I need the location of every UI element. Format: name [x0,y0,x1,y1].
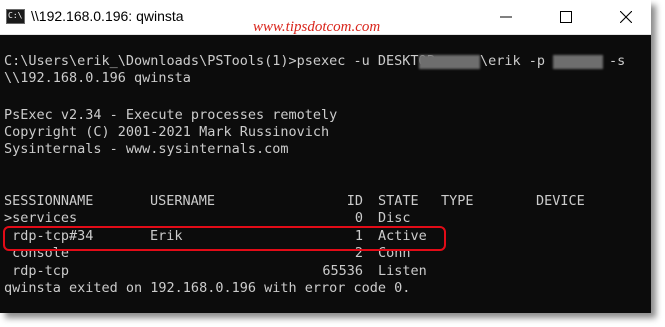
banner-line: Copyright (C) 2001-2021 Mark Russinovich [4,124,330,140]
active-session-highlight [3,226,446,251]
maximize-icon [560,11,572,23]
minimize-icon [500,16,512,18]
cmd-icon[interactable]: C:\ [6,9,25,24]
header-id: ID [346,193,363,209]
close-icon [620,11,632,23]
session-name: >services [4,210,78,226]
command-continuation: \\192.168.0.196 qwinsta [4,70,191,86]
cmd-icon-label: C:\ [8,11,23,20]
close-button[interactable] [603,0,649,34]
terminal-output[interactable]: C:\Users\erik_\Downloads\PSTools(1)>psex… [0,37,651,313]
banner-line: Sysinternals - www.sysinternals.com [4,141,289,157]
minimize-button[interactable] [483,0,529,34]
redacted-hostname [419,55,480,69]
console-window: C:\ \\192.168.0.196: qwinsta www.tipsdot… [0,0,651,313]
command-user-part: \erik -p [480,53,546,69]
banner-line: PsExec v2.34 - Execute processes remotel… [4,107,338,123]
command-line: C:\Users\erik_\Downloads\PSTools(1)>psex… [4,53,443,69]
session-state: Disc [378,210,411,226]
redacted-password [553,55,603,69]
header-state: STATE [378,193,419,209]
header-username: USERNAME [150,193,216,209]
session-state: Listen [378,263,427,279]
site-watermark: www.tipsdotcom.com [253,19,381,35]
session-id: 65536 [322,263,363,279]
exit-message: qwinsta exited on 192.168.0.196 with err… [4,280,411,296]
maximize-button[interactable] [543,0,589,34]
command-flag: -s [609,53,626,69]
session-id: 0 [354,210,363,226]
header-device: DEVICE [536,193,585,209]
window-title: \\192.168.0.196: qwinsta [31,8,184,24]
session-name: rdp-tcp [4,263,70,279]
header-type: TYPE [441,193,474,209]
header-sessionname: SESSIONNAME [4,193,94,209]
